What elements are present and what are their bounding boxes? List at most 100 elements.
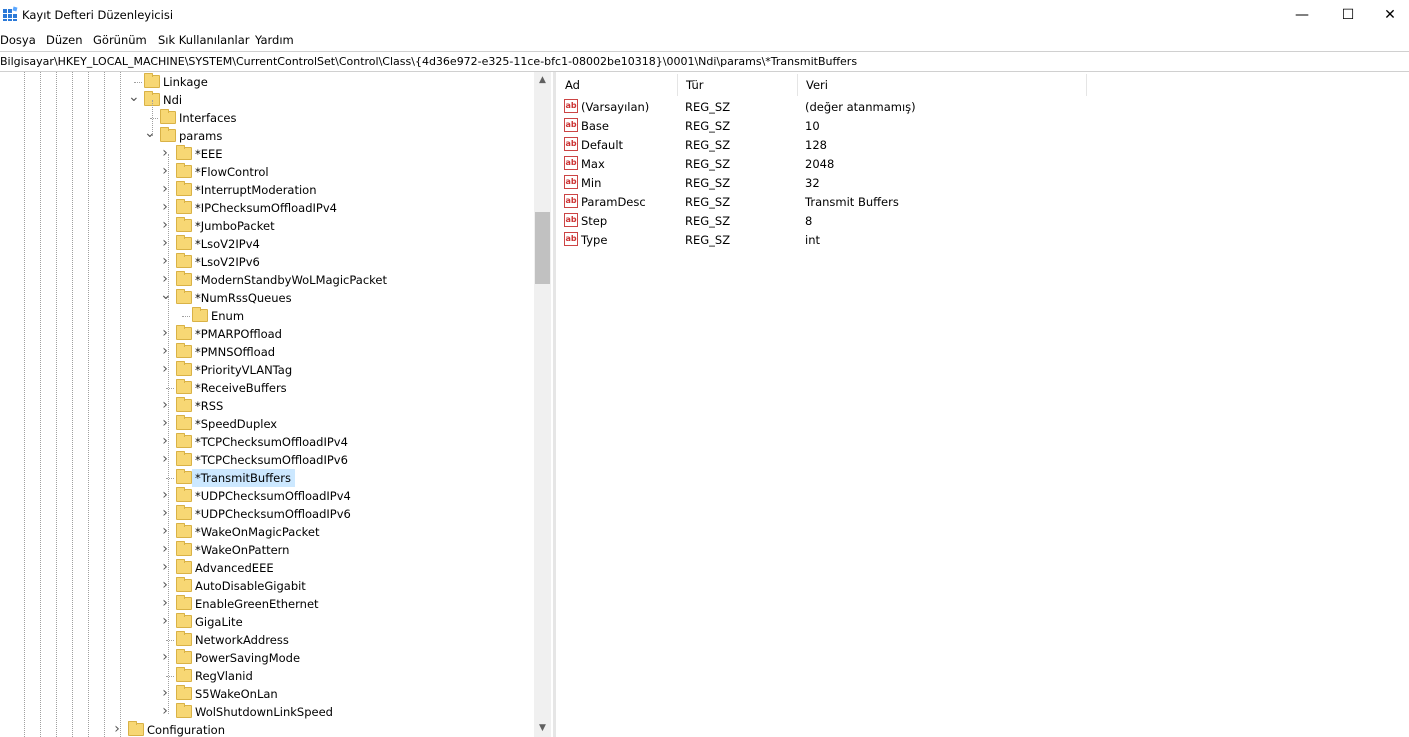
folder-icon — [176, 577, 192, 592]
tree-item-label: Interfaces — [179, 111, 237, 125]
menu-dosya[interactable]: Dosya — [0, 33, 36, 47]
value-row[interactable]: ab ParamDesc REG_SZ Transmit Buffers — [557, 192, 1409, 211]
tree-item-label: Enum — [211, 309, 245, 323]
value-row[interactable]: ab Step REG_SZ 8 — [557, 211, 1409, 230]
folder-icon — [176, 559, 192, 574]
tree-item[interactable]: › S5WakeOnLan — [0, 685, 534, 703]
folder-icon — [176, 613, 192, 628]
tree-item[interactable]: › *InterruptModeration — [0, 181, 534, 199]
tree-item-label: *WakeOnMagicPacket — [195, 525, 320, 539]
folder-icon — [176, 667, 192, 682]
tree-item[interactable]: Linkage — [0, 73, 534, 91]
value-row[interactable]: ab Base REG_SZ 10 — [557, 116, 1409, 135]
value-name: Min — [581, 176, 602, 190]
maximize-button[interactable]: ☐ — [1325, 0, 1371, 30]
tree-item-label: *RSS — [195, 399, 224, 413]
tree-item-label: *SpeedDuplex — [195, 417, 278, 431]
tree-item[interactable]: ⌄ params — [0, 126, 534, 145]
column-header-data[interactable]: Veri — [798, 74, 1087, 96]
value-name: Step — [581, 214, 608, 228]
value-type: REG_SZ — [685, 214, 731, 228]
tree-item[interactable]: › *RSS — [0, 397, 534, 415]
tree-item[interactable]: › *TCPChecksumOffloadIPv4 — [0, 433, 534, 451]
menu-sik-kullanilanlar[interactable]: Sık Kullanılanlar — [158, 33, 250, 47]
tree-item[interactable]: › AdvancedEEE — [0, 559, 534, 577]
folder-icon — [176, 631, 192, 646]
tree-item[interactable]: › *UDPChecksumOffloadIPv6 — [0, 505, 534, 523]
tree-item[interactable]: › *PMARPOffload — [0, 325, 534, 343]
tree-item[interactable]: › AutoDisableGigabit — [0, 577, 534, 595]
menu-yardim[interactable]: Yardım — [255, 33, 294, 47]
tree-item-label: *TCPChecksumOffloadIPv6 — [195, 453, 348, 467]
tree-item[interactable]: › *ModernStandbyWoLMagicPacket — [0, 271, 534, 289]
tree-item[interactable]: Interfaces — [0, 109, 534, 127]
tree-item-label: *NumRssQueues — [195, 291, 292, 305]
folder-icon — [176, 343, 192, 358]
tree-item[interactable]: NetworkAddress — [0, 631, 534, 649]
value-row[interactable]: ab Type REG_SZ int — [557, 230, 1409, 249]
title-bar: Kayıt Defteri Düzenleyicisi — ☐ ✕ — [0, 0, 1409, 30]
value-data: Transmit Buffers — [805, 195, 899, 209]
scroll-down-icon[interactable]: ▼ — [534, 720, 551, 737]
tree-item[interactable]: › *WakeOnPattern — [0, 541, 534, 559]
tree-item[interactable]: › *PriorityVLANTag — [0, 361, 534, 379]
tree-item[interactable]: › *TCPChecksumOffloadIPv6 — [0, 451, 534, 469]
folder-icon — [176, 595, 192, 610]
tree-item[interactable]: RegVlanid — [0, 667, 534, 685]
tree-item[interactable]: › *JumboPacket — [0, 217, 534, 235]
tree-item[interactable]: *TransmitBuffers — [0, 469, 534, 487]
value-row[interactable]: ab (Varsayılan) REG_SZ (değer atanmamış) — [557, 97, 1409, 116]
value-data: int — [805, 233, 820, 247]
tree-item[interactable]: ⌄ *NumRssQueues — [0, 288, 534, 307]
tree-item[interactable]: › *IPChecksumOffloadIPv4 — [0, 199, 534, 217]
tree-item[interactable]: › *UDPChecksumOffloadIPv4 — [0, 487, 534, 505]
tree-guide-line — [168, 154, 169, 714]
menu-gorunum[interactable]: Görünüm — [93, 33, 147, 47]
folder-icon — [176, 289, 192, 304]
menu-duzen[interactable]: Düzen — [46, 33, 83, 47]
folder-icon — [176, 397, 192, 412]
column-header-name[interactable]: Ad — [557, 74, 678, 96]
key-tree[interactable]: Linkage ⌄ Ndi Interfaces ⌄ params › *EEE › *FlowC… — [0, 72, 534, 737]
tree-item[interactable]: ⌄ Ndi — [0, 90, 534, 109]
tree-item[interactable]: *ReceiveBuffers — [0, 379, 534, 397]
close-button[interactable]: ✕ — [1371, 0, 1409, 30]
tree-item[interactable]: › WolShutdownLinkSpeed — [0, 703, 534, 721]
address-bar[interactable]: Bilgisayar\HKEY_LOCAL_MACHINE\SYSTEM\Cur… — [0, 51, 1409, 72]
tree-item[interactable]: Enum — [0, 307, 534, 325]
tree-item[interactable]: › *LsoV2IPv4 — [0, 235, 534, 253]
tree-item[interactable]: › EnableGreenEthernet — [0, 595, 534, 613]
tree-scrollbar[interactable]: ▲ ▼ — [534, 72, 551, 737]
tree-item-label: NetworkAddress — [195, 633, 289, 647]
tree-item[interactable]: › *EEE — [0, 145, 534, 163]
scrollbar-thumb[interactable] — [535, 212, 550, 284]
tree-item[interactable]: › *WakeOnMagicPacket — [0, 523, 534, 541]
tree-item-label: S5WakeOnLan — [195, 687, 278, 701]
column-header-type[interactable]: Tür — [678, 74, 798, 96]
collapse-chevron-icon[interactable]: ⌄ — [128, 90, 140, 105]
value-row[interactable]: ab Max REG_SZ 2048 — [557, 154, 1409, 173]
value-data: 128 — [805, 138, 827, 152]
tree-item[interactable]: › *FlowControl — [0, 163, 534, 181]
value-row[interactable]: ab Min REG_SZ 32 — [557, 173, 1409, 192]
tree-item[interactable]: › PowerSavingMode — [0, 649, 534, 667]
expand-chevron-icon[interactable]: › — [112, 722, 122, 736]
tree-item[interactable]: › *PMNSOffload — [0, 343, 534, 361]
pane-splitter[interactable] — [553, 72, 556, 737]
scroll-up-icon[interactable]: ▲ — [534, 72, 551, 89]
tree-item-label: *PriorityVLANTag — [195, 363, 293, 377]
minimize-button[interactable]: — — [1279, 0, 1325, 30]
folder-icon — [176, 199, 192, 214]
value-name: Max — [581, 157, 605, 171]
value-row[interactable]: ab Default REG_SZ 128 — [557, 135, 1409, 154]
tree-item[interactable]: › GigaLite — [0, 613, 534, 631]
tree-item[interactable]: › *LsoV2IPv6 — [0, 253, 534, 271]
folder-icon — [176, 523, 192, 538]
tree-item[interactable]: › *SpeedDuplex — [0, 415, 534, 433]
string-value-icon: ab — [564, 156, 578, 170]
tree-guide-line — [152, 100, 153, 136]
tree-item[interactable]: › Configuration — [0, 721, 534, 737]
values-list[interactable]: Ad Tür Veri ab (Varsayılan) REG_SZ (değer a… — [557, 72, 1409, 737]
tree-item-label: *UDPChecksumOffloadIPv4 — [195, 489, 351, 503]
address-path[interactable]: Bilgisayar\HKEY_LOCAL_MACHINE\SYSTEM\Cur… — [0, 55, 857, 68]
